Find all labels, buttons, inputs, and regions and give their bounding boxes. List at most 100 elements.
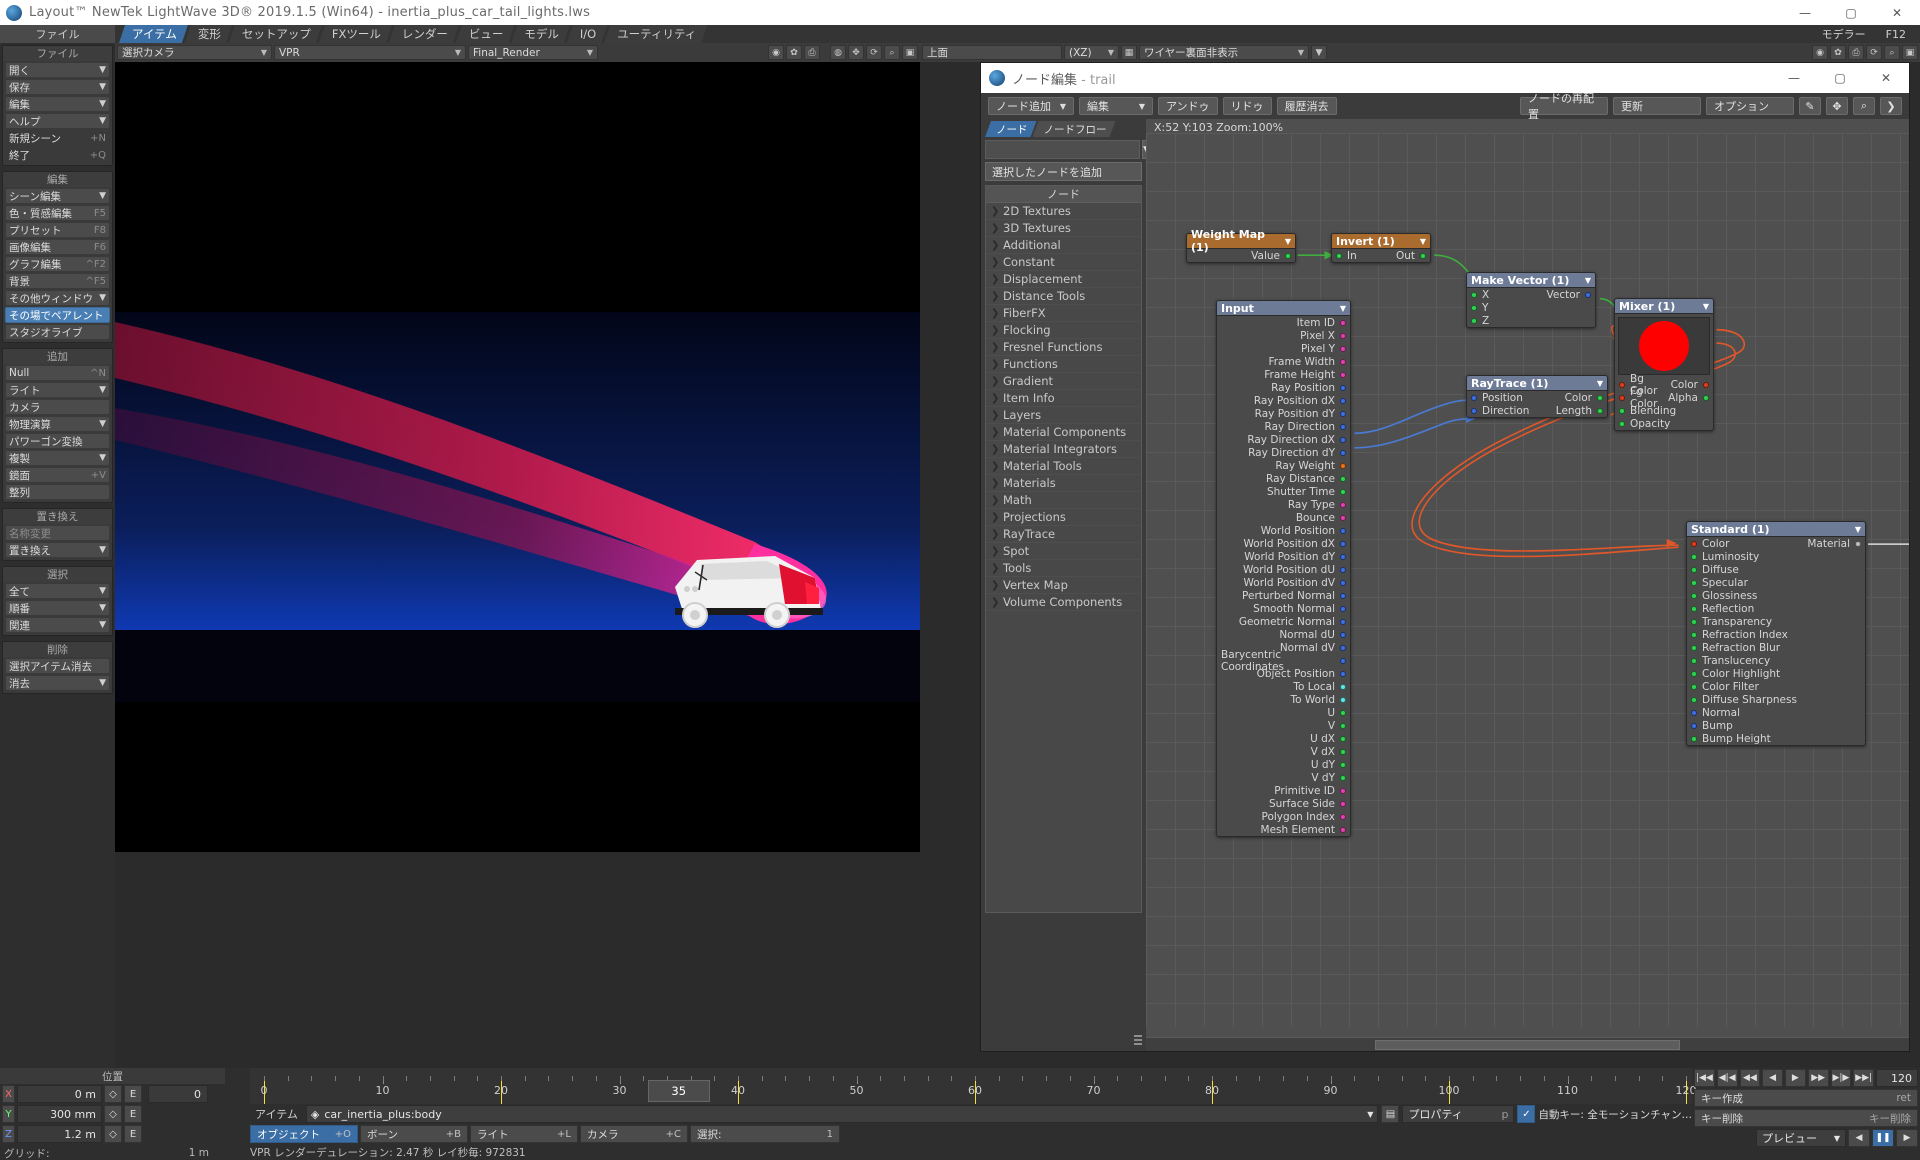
scrollbar-thumb[interactable] — [1374, 1040, 1681, 1050]
output-port-dot[interactable] — [1340, 813, 1346, 820]
node-input-row[interactable]: Opacity — [1615, 417, 1713, 430]
node-raytrace[interactable]: RayTrace (1) ▼ Position Color Direction Lengt… — [1466, 375, 1608, 418]
input-port-dot[interactable] — [1691, 592, 1697, 599]
node-header[interactable]: Input ▼ — [1217, 301, 1350, 316]
output-port-dot[interactable] — [1340, 722, 1346, 729]
camera-select[interactable]: 選択カメラ ▼ — [117, 45, 272, 60]
shading-select[interactable]: ワイヤー裏面非表示 ▼ — [1139, 45, 1309, 60]
sidebar-item-5-0[interactable]: 選択アイテム消去 — [5, 658, 110, 674]
render-viewport[interactable] — [115, 62, 920, 852]
grid-toggle-icon[interactable]: ▦ — [1121, 45, 1137, 60]
output-port-dot[interactable] — [1340, 670, 1346, 677]
axis-toggle-X[interactable]: X — [2, 1085, 15, 1103]
sidebar-item-1-6[interactable]: その他ウィンドウ ▼ — [5, 290, 110, 306]
input-port-dot[interactable] — [1691, 605, 1697, 612]
node-weight-map[interactable]: Weight Map (1) ▼ Value — [1186, 228, 1296, 263]
node-output-row[interactable]: Ray Direction — [1217, 420, 1350, 433]
input-port-dot[interactable] — [1691, 657, 1697, 664]
sidebar-item-4-2[interactable]: 関連 ▼ — [5, 617, 110, 633]
node-output-row[interactable]: Value — [1187, 249, 1295, 262]
minimize-button[interactable]: — — [1782, 0, 1828, 25]
output-port-dot[interactable] — [1340, 384, 1346, 391]
node-output-row[interactable]: Surface Side — [1217, 797, 1350, 810]
output-port-dot[interactable] — [1340, 605, 1346, 612]
output-port-dot[interactable] — [1340, 579, 1346, 586]
node-header[interactable]: Mixer (1) ▼ — [1615, 299, 1713, 314]
output-port-dot[interactable] — [1703, 381, 1709, 388]
output-port-dot[interactable] — [1340, 358, 1346, 365]
axis-toggle-Z[interactable]: Z — [2, 1125, 15, 1143]
node-output-row[interactable]: Barycentric Coordinates — [1217, 649, 1350, 673]
node-input-row[interactable]: Transparency — [1687, 615, 1865, 628]
node-category-item[interactable]: ❯ Material Tools — [986, 458, 1141, 475]
node-input-row[interactable]: Specular — [1687, 576, 1865, 589]
input-port-dot[interactable] — [1471, 291, 1477, 298]
frame-end-value[interactable]: 120 — [1876, 1069, 1918, 1087]
node-category-item[interactable]: ❯ Fresnel Functions — [986, 339, 1141, 356]
step-forward-icon[interactable]: ▶▶ — [1807, 1069, 1829, 1087]
output-port-dot[interactable] — [1340, 449, 1346, 456]
main-tab-2[interactable]: セットアップ — [229, 25, 322, 43]
node-output-row[interactable]: Ray Direction dX — [1217, 433, 1350, 446]
node-input[interactable]: Input ▼ Item ID Pixel X Pixel Y Frame Width Fr… — [1216, 300, 1351, 837]
output-port-dot[interactable] — [1340, 735, 1346, 742]
node-category-item[interactable]: ❯ Projections — [986, 509, 1141, 526]
output-port-dot[interactable] — [1340, 657, 1346, 664]
step-back-icon[interactable]: ◀◀ — [1739, 1069, 1761, 1087]
main-tab-3[interactable]: FXツール — [319, 25, 392, 43]
output-port-dot[interactable] — [1340, 475, 1346, 482]
node-output-row[interactable]: To Local — [1217, 680, 1350, 693]
mode-button-1[interactable]: ボーン +B — [360, 1125, 468, 1143]
node-input-row[interactable]: Reflection — [1687, 602, 1865, 615]
add-selected-node-button[interactable]: 選択したノードを追加 — [985, 162, 1142, 181]
node-invert[interactable]: Invert (1) ▼ In Out — [1331, 233, 1431, 263]
output-port-dot[interactable] — [1340, 618, 1346, 625]
input-port-dot[interactable] — [1691, 696, 1697, 703]
axis-value-Y[interactable]: 300 mm — [17, 1105, 102, 1123]
node-output-row[interactable]: World Position dV — [1217, 576, 1350, 589]
node-input-row[interactable]: Translucency — [1687, 654, 1865, 667]
output-port-dot[interactable] — [1340, 631, 1346, 638]
zoom-view-icon[interactable]: ⟳ — [866, 45, 882, 60]
key-delete-button[interactable]: キー削除 キー削除 — [1694, 1109, 1918, 1127]
key-create-button[interactable]: キー作成 ret — [1694, 1089, 1918, 1107]
node-io-row[interactable]: In Out — [1332, 249, 1430, 262]
maximize-view-icon[interactable]: ▣ — [902, 45, 918, 60]
current-frame-indicator[interactable]: 35 — [647, 1080, 710, 1102]
output-port-dot[interactable] — [1340, 527, 1346, 534]
node-list-tab-0[interactable]: ノード — [985, 121, 1037, 137]
node-input-row[interactable]: Refraction Blur — [1687, 641, 1865, 654]
search-icon[interactable]: ⌕ — [1853, 97, 1875, 115]
canvas-horizontal-scrollbar[interactable] — [1146, 1037, 1909, 1051]
node-category-item[interactable]: ❯ Tools — [986, 560, 1141, 577]
node-output-row[interactable]: World Position — [1217, 524, 1350, 537]
sidebar-item-1-0[interactable]: シーン編集 ▼ — [5, 188, 110, 204]
node-input-row[interactable]: Normal — [1687, 706, 1865, 719]
input-port-dot[interactable] — [1619, 394, 1625, 401]
sidebar-item-2-6[interactable]: 鏡面 +V — [5, 467, 110, 483]
main-tab-6[interactable]: モデル — [511, 25, 570, 43]
axis-envelope-button[interactable]: E — [124, 1125, 142, 1143]
autokey-checkbox[interactable]: ✓ — [1517, 1105, 1536, 1123]
node-header[interactable]: RayTrace (1) ▼ — [1467, 376, 1607, 391]
main-tab-right-1[interactable]: F12 — [1876, 28, 1916, 41]
node-category-item[interactable]: ❯ Materials — [986, 475, 1141, 492]
input-port-dot[interactable] — [1471, 394, 1477, 401]
undo-button[interactable]: アンドゥ — [1158, 97, 1218, 115]
output-port-dot[interactable] — [1340, 683, 1346, 690]
node-output-row[interactable]: Ray Type — [1217, 498, 1350, 511]
preview-select[interactable]: プレビュー ▼ — [1756, 1129, 1846, 1147]
output-port-dot[interactable] — [1285, 252, 1291, 259]
preview-prev-icon[interactable]: ◀ — [1848, 1129, 1870, 1147]
properties-button[interactable]: プロパティ p — [1402, 1105, 1515, 1123]
node-category-item[interactable]: ❯ RayTrace — [986, 526, 1141, 543]
next-key-icon[interactable]: ▶|▶ — [1830, 1069, 1852, 1087]
node-output-row[interactable]: V dX — [1217, 745, 1350, 758]
output-port-dot[interactable] — [1340, 709, 1346, 716]
node-category-item[interactable]: ❯ Additional — [986, 237, 1141, 254]
magnify-view-icon[interactable]: ⌕ — [884, 45, 900, 60]
input-port-dot[interactable] — [1691, 553, 1697, 560]
rearrange-nodes-button[interactable]: ノードの再配置 — [1520, 92, 1608, 121]
axis-toggle-Y[interactable]: Y — [2, 1105, 15, 1123]
node-category-item[interactable]: ❯ Layers — [986, 407, 1141, 424]
